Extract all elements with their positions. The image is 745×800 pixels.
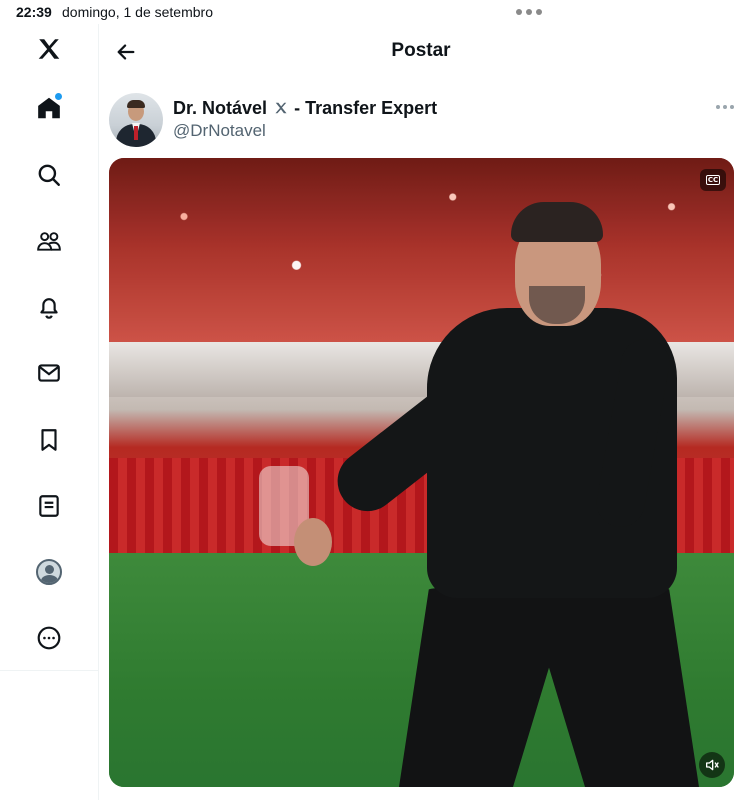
sidebar-item-more[interactable]	[28, 617, 70, 659]
captions-icon: CC	[705, 175, 721, 185]
multitasking-dots-icon[interactable]	[516, 9, 542, 15]
author-name[interactable]: Dr. Notável - Transfer Expert	[173, 98, 437, 119]
envelope-icon	[38, 364, 60, 382]
author-name-suffix: - Transfer Expert	[294, 98, 438, 118]
status-time: 22:39	[16, 4, 52, 20]
lists-icon	[39, 495, 59, 517]
sidebar-item-home[interactable]	[28, 87, 70, 129]
more-options-icon[interactable]	[716, 105, 734, 109]
mute-button[interactable]	[699, 752, 725, 778]
sidebar-item-lists[interactable]	[28, 485, 70, 527]
sidebar-item-bookmarks[interactable]	[28, 419, 70, 461]
sidebar-item-notifications[interactable]	[28, 286, 70, 328]
notification-dot	[55, 93, 62, 100]
sidebar-item-profile[interactable]	[28, 551, 70, 593]
page-title: Postar	[391, 40, 451, 61]
author-handle[interactable]: @DrNotavel	[173, 121, 266, 141]
search-icon	[38, 164, 60, 186]
sidebar-divider	[0, 670, 99, 671]
x-logo-icon[interactable]	[28, 28, 70, 70]
author-avatar[interactable]	[109, 93, 163, 147]
speaker-muted-icon	[706, 759, 719, 771]
status-bar: 22:39 domingo, 1 de setembro	[0, 0, 745, 24]
more-circle-icon	[37, 626, 61, 650]
x-logo-icon	[275, 102, 287, 114]
author-name-text: Dr. Notável	[173, 98, 268, 118]
sidebar-item-communities[interactable]	[28, 220, 70, 262]
post-detail: Postar Dr. Notável - Transfer Expert @Dr…	[100, 24, 745, 800]
video-person-hand	[294, 518, 332, 566]
captions-button[interactable]: CC	[700, 169, 726, 191]
communities-icon	[37, 232, 61, 251]
sidebar-item-messages[interactable]	[28, 352, 70, 394]
sidebar-item-explore[interactable]	[28, 154, 70, 196]
post-video[interactable]: CC	[109, 158, 734, 787]
bell-icon	[40, 298, 58, 319]
video-person-hair	[511, 202, 603, 242]
profile-avatar-icon	[36, 559, 62, 585]
bookmark-icon	[41, 429, 57, 451]
sidebar	[0, 24, 99, 800]
status-date: domingo, 1 de setembro	[62, 4, 213, 20]
